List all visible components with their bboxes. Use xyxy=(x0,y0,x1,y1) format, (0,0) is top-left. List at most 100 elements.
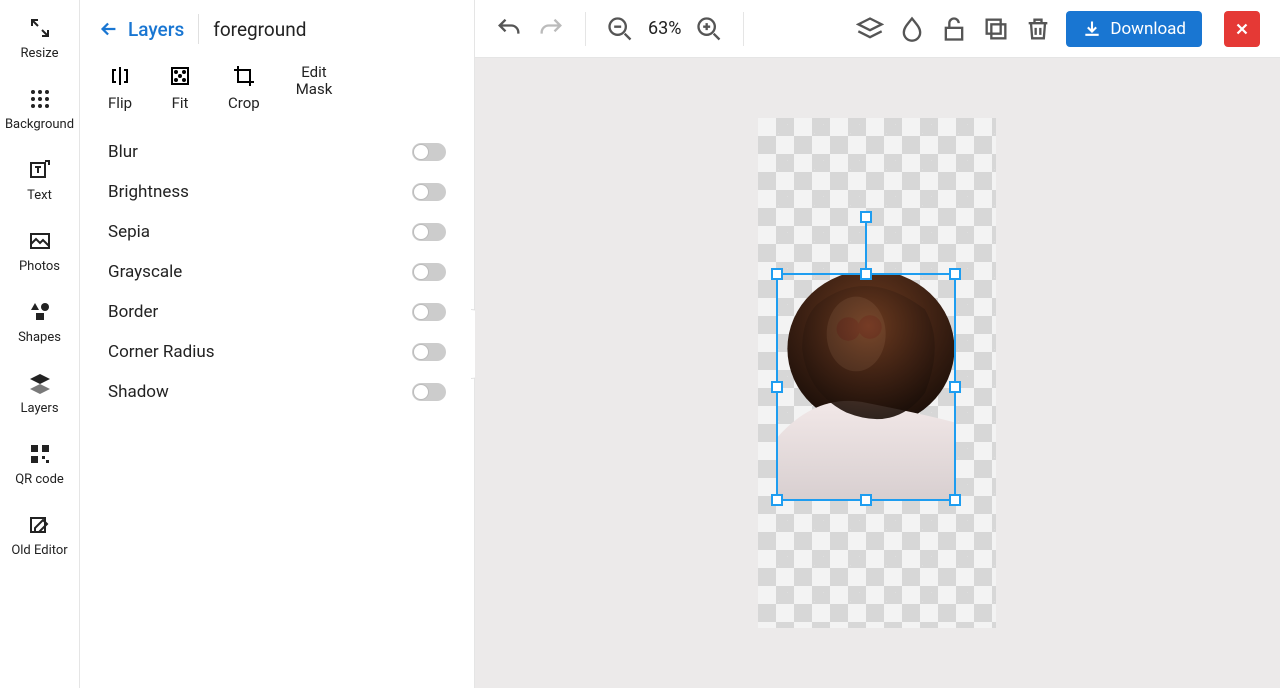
zoom-out-button[interactable] xyxy=(606,15,634,43)
toggle-corner-radius[interactable] xyxy=(412,343,446,361)
download-label: Download xyxy=(1110,19,1186,39)
toggle-grayscale[interactable] xyxy=(412,263,446,281)
sidebar-item-label: Text xyxy=(27,188,52,203)
effect-row-sepia: Sepia xyxy=(98,214,456,250)
effect-row-brightness: Brightness xyxy=(98,174,456,210)
sidebar-item-resize[interactable]: Resize xyxy=(0,12,79,65)
download-button[interactable]: Download xyxy=(1066,11,1202,47)
sidebar-item-photos[interactable]: Photos xyxy=(0,225,79,278)
sidebar-item-shapes[interactable]: Shapes xyxy=(0,296,79,349)
back-label: Layers xyxy=(128,18,184,41)
sidebar-item-background[interactable]: Background xyxy=(0,83,79,136)
toggle-border[interactable] xyxy=(412,303,446,321)
divider xyxy=(743,12,744,46)
close-icon xyxy=(1233,20,1251,38)
sidebar-item-qrcode[interactable]: QR code xyxy=(0,438,79,491)
arrow-left-icon xyxy=(98,18,120,40)
sidebar-item-text[interactable]: Text xyxy=(0,154,79,207)
fit-button[interactable]: Fit xyxy=(168,64,192,112)
toggle-sepia[interactable] xyxy=(412,223,446,241)
zoom-in-icon xyxy=(695,15,723,43)
effect-label: Shadow xyxy=(108,382,169,402)
resize-handle-r[interactable] xyxy=(949,381,961,393)
sidebar-item-label: Resize xyxy=(20,46,58,61)
duplicate-button[interactable] xyxy=(982,15,1010,43)
effect-label: Border xyxy=(108,302,158,322)
shapes-icon xyxy=(28,300,52,324)
undo-button[interactable] xyxy=(495,15,523,43)
undo-icon xyxy=(495,15,523,43)
sidebar-item-layers[interactable]: Layers xyxy=(0,367,79,420)
effect-row-grayscale: Grayscale xyxy=(98,254,456,290)
topbar: 63% Download xyxy=(475,0,1280,58)
properties-panel: Layers foreground Flip Fit Crop EditMask xyxy=(80,0,475,688)
crop-button[interactable]: Crop xyxy=(228,64,260,112)
layers-toolbar-button[interactable] xyxy=(856,15,884,43)
resize-handle-tl[interactable] xyxy=(771,268,783,280)
resize-icon xyxy=(28,16,52,40)
text-add-icon xyxy=(28,158,52,182)
duplicate-icon xyxy=(982,15,1010,43)
effect-row-corner-radius: Corner Radius xyxy=(98,334,456,370)
unlock-button[interactable] xyxy=(940,15,968,43)
transform-label: Crop xyxy=(228,94,260,112)
rotation-line xyxy=(865,217,867,268)
close-button[interactable] xyxy=(1224,11,1260,47)
trash-icon xyxy=(1024,15,1052,43)
effect-row-blur: Blur xyxy=(98,134,456,170)
effect-label: Sepia xyxy=(108,222,150,242)
effect-label: Corner Radius xyxy=(108,342,215,362)
canvas-stage[interactable] xyxy=(475,58,1280,688)
canvas-area: 63% Download xyxy=(475,0,1280,688)
toggle-shadow[interactable] xyxy=(412,383,446,401)
zoom-out-icon xyxy=(606,15,634,43)
sidebar-item-label: Background xyxy=(5,117,74,132)
transform-label: Flip xyxy=(108,94,132,112)
edit-mask-button[interactable]: EditMask xyxy=(296,64,333,112)
resize-handle-tr[interactable] xyxy=(949,268,961,280)
resize-handle-br[interactable] xyxy=(949,494,961,506)
flip-h-icon xyxy=(108,64,132,88)
transform-label: Fit xyxy=(172,94,189,112)
effect-label: Grayscale xyxy=(108,262,182,282)
resize-handle-l[interactable] xyxy=(771,381,783,393)
effect-row-border: Border xyxy=(98,294,456,330)
selection-box[interactable] xyxy=(776,273,956,501)
resize-handle-b[interactable] xyxy=(860,494,872,506)
left-sidebar: Resize Background Text Photos Shapes xyxy=(0,0,80,688)
toggle-blur[interactable] xyxy=(412,143,446,161)
zoom-in-button[interactable] xyxy=(695,15,723,43)
effect-row-shadow: Shadow xyxy=(98,374,456,410)
qrcode-icon xyxy=(28,442,52,466)
divider xyxy=(198,14,199,44)
transform-label: EditMask xyxy=(296,64,333,97)
flip-button[interactable]: Flip xyxy=(108,64,132,112)
redo-icon xyxy=(537,15,565,43)
layers-icon xyxy=(856,15,884,43)
sidebar-item-old-editor[interactable]: Old Editor xyxy=(0,509,79,562)
sidebar-item-label: Shapes xyxy=(18,330,61,345)
foreground-image[interactable] xyxy=(778,275,954,499)
color-droplet-button[interactable] xyxy=(898,15,926,43)
zoom-level: 63% xyxy=(648,18,681,39)
back-to-layers-button[interactable]: Layers xyxy=(98,18,184,41)
effect-label: Brightness xyxy=(108,182,189,202)
toggle-brightness[interactable] xyxy=(412,183,446,201)
fit-icon xyxy=(168,64,192,88)
divider xyxy=(585,12,586,46)
artboard[interactable] xyxy=(758,118,996,628)
layer-name: foreground xyxy=(213,18,306,41)
resize-handle-bl[interactable] xyxy=(771,494,783,506)
layers-icon xyxy=(28,371,52,395)
sidebar-item-label: Old Editor xyxy=(11,543,67,558)
sidebar-item-label: Photos xyxy=(19,259,60,274)
crop-icon xyxy=(232,64,256,88)
delete-button[interactable] xyxy=(1024,15,1052,43)
image-icon xyxy=(28,229,52,253)
resize-handle-t[interactable] xyxy=(860,268,872,280)
grid-dots-icon xyxy=(28,87,52,111)
redo-button[interactable] xyxy=(537,15,565,43)
edit-icon xyxy=(28,513,52,537)
rotation-handle[interactable] xyxy=(860,211,872,223)
droplet-icon xyxy=(898,15,926,43)
